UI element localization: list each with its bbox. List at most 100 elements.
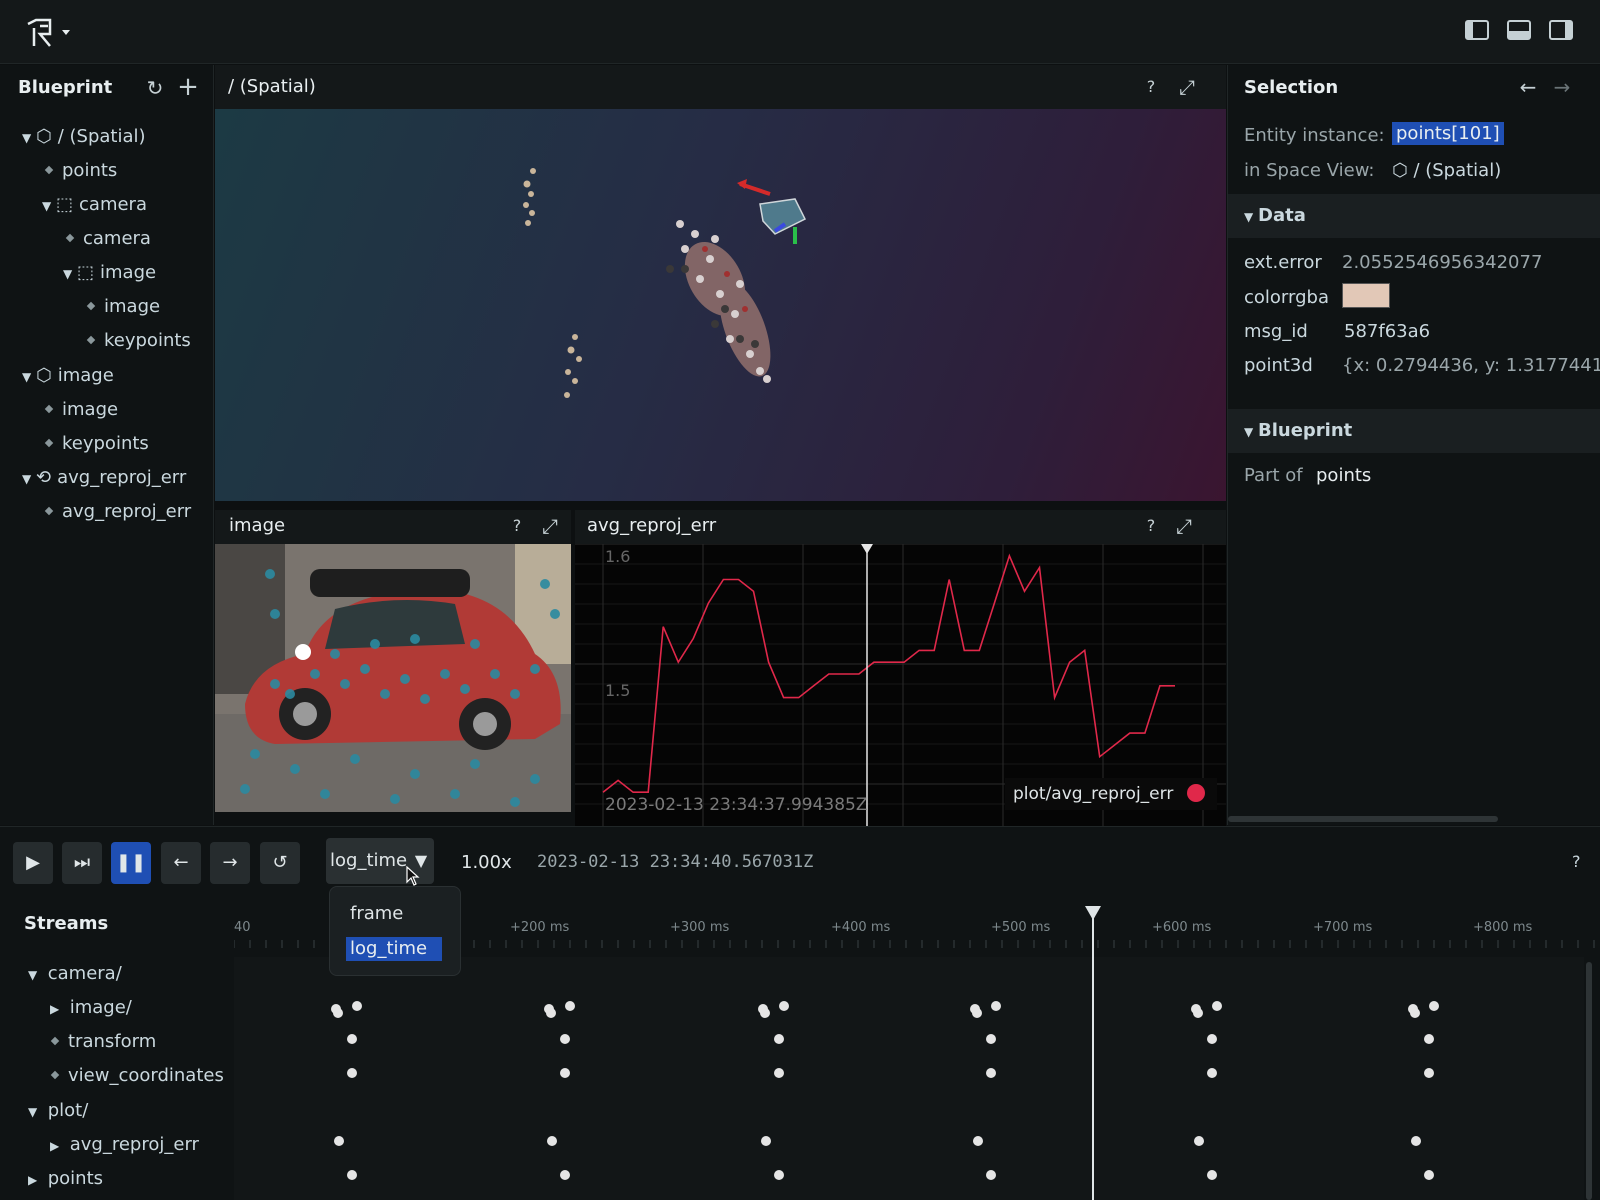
stream-event-dot[interactable] — [347, 1170, 357, 1180]
stream-event-dot[interactable] — [334, 1136, 344, 1146]
tree-item-points[interactable]: points — [42, 154, 117, 188]
stream-event-dot[interactable] — [1429, 1001, 1439, 1011]
tree-item-image-view[interactable]: ▼ ⬡ image — [22, 359, 114, 393]
timeline-cursor-line[interactable] — [1092, 910, 1094, 1200]
stream-event-dot[interactable] — [347, 1068, 357, 1078]
stream-event-dot[interactable] — [547, 1136, 557, 1146]
stream-event-dot[interactable] — [774, 1068, 784, 1078]
tree-item-camera-entity[interactable]: camera — [63, 222, 151, 256]
maximize-icon[interactable]: ⤢ — [538, 514, 562, 538]
stream-event-dot[interactable] — [1207, 1170, 1217, 1180]
plot-viewport[interactable]: 1.6 1.5 2023-02-13 23:34:37.994385Z plot… — [575, 544, 1226, 826]
dropdown-option-frame[interactable]: frame — [350, 903, 403, 924]
expand-triangle-icon[interactable]: ▼ — [28, 958, 42, 992]
tree-item-image-view-image[interactable]: image — [42, 393, 118, 427]
step-to-end-button[interactable]: ⏭ — [62, 842, 102, 884]
streams-track-area[interactable] — [234, 957, 1584, 1200]
add-icon[interactable]: + — [176, 74, 200, 100]
vertical-scrollbar[interactable] — [1586, 962, 1592, 1200]
reset-icon[interactable]: ↻ — [143, 76, 167, 100]
tree-item-image-view-keypoints[interactable]: keypoints — [42, 427, 149, 461]
stream-event-dot[interactable] — [774, 1034, 784, 1044]
stream-event-dot[interactable] — [774, 1170, 784, 1180]
tree-item-image-entity[interactable]: image — [84, 290, 160, 324]
image-viewport[interactable] — [215, 544, 571, 812]
stream-event-dot[interactable] — [986, 1170, 996, 1180]
stream-event-dot[interactable] — [560, 1034, 570, 1044]
pause-button[interactable]: ❚❚ — [111, 842, 151, 884]
back-arrow-icon[interactable]: ← — [1516, 75, 1540, 99]
stream-event-dot[interactable] — [352, 1001, 362, 1011]
rerun-logo-icon[interactable] — [26, 18, 74, 48]
stream-event-dot[interactable] — [565, 1001, 575, 1011]
spatial-3d-viewport[interactable] — [215, 109, 1226, 501]
stream-row-view-coordinates[interactable]: view_coordinates — [48, 1059, 224, 1093]
stream-event-dot[interactable] — [991, 1001, 1001, 1011]
expand-triangle-icon[interactable]: ▼ — [22, 462, 36, 496]
timeline-cursor-marker[interactable] — [1085, 906, 1101, 920]
stream-event-dot[interactable] — [560, 1170, 570, 1180]
stream-event-dot[interactable] — [1424, 1068, 1434, 1078]
tree-item-camera[interactable]: ▼ ⬚ camera — [42, 188, 147, 222]
expand-triangle-icon[interactable]: ▼ — [22, 121, 36, 155]
expand-triangle-icon[interactable]: ▶ — [50, 1129, 64, 1163]
stream-event-dot[interactable] — [347, 1034, 357, 1044]
maximize-icon[interactable]: ⤢ — [1175, 75, 1199, 99]
stream-event-dot[interactable] — [1424, 1170, 1434, 1180]
part-of-link[interactable]: points — [1316, 465, 1371, 486]
horizontal-scrollbar[interactable] — [1228, 816, 1498, 822]
stream-event-dot[interactable] — [333, 1008, 343, 1018]
timeline-help-icon[interactable]: ? — [1572, 852, 1581, 871]
time-cursor-marker[interactable] — [861, 544, 873, 554]
playback-speed[interactable]: 1.00x — [461, 852, 512, 873]
play-button[interactable]: ▶ — [13, 842, 53, 884]
entity-instance-value[interactable]: points[101] — [1392, 122, 1504, 145]
stream-event-dot[interactable] — [1424, 1034, 1434, 1044]
stream-event-dot[interactable] — [761, 1136, 771, 1146]
help-icon[interactable]: ? — [505, 514, 529, 538]
stream-event-dot[interactable] — [986, 1034, 996, 1044]
expand-triangle-icon[interactable]: ▶ — [50, 992, 64, 1026]
loop-button[interactable]: ↺ — [260, 842, 300, 884]
expand-triangle-icon[interactable]: ▼ — [63, 257, 77, 291]
tree-item-spatial[interactable]: ▼ ⬡ / (Spatial) — [22, 120, 146, 154]
toggle-bottom-panel-icon[interactable] — [1507, 20, 1531, 44]
help-icon[interactable]: ? — [1139, 514, 1163, 538]
stream-event-dot[interactable] — [779, 1001, 789, 1011]
stream-event-dot[interactable] — [1207, 1068, 1217, 1078]
maximize-icon[interactable]: ⤢ — [1172, 514, 1196, 538]
stream-row-camera[interactable]: ▼ camera/ — [28, 957, 122, 991]
tree-item-avg-reproj-view[interactable]: ▼ ⟲ avg_reproj_err — [22, 461, 186, 495]
tree-item-keypoints[interactable]: keypoints — [84, 324, 191, 358]
stream-event-dot[interactable] — [1194, 1136, 1204, 1146]
blueprint-section-header[interactable]: ▼ Blueprint — [1228, 409, 1600, 453]
forward-arrow-icon[interactable]: → — [1550, 75, 1574, 99]
expand-triangle-icon[interactable]: ▶ — [28, 1163, 42, 1197]
space-view-link[interactable]: ⬡ / (Spatial) — [1392, 160, 1501, 181]
stream-row-plot[interactable]: ▼ plot/ — [28, 1094, 88, 1128]
step-back-button[interactable]: ← — [161, 842, 201, 884]
expand-triangle-icon[interactable]: ▼ — [22, 360, 36, 394]
stream-event-dot[interactable] — [986, 1068, 996, 1078]
stream-event-dot[interactable] — [1411, 1136, 1421, 1146]
tree-item-image-space[interactable]: ▼ ⬚ image — [63, 256, 156, 290]
stream-event-dot[interactable] — [1193, 1008, 1203, 1018]
stream-event-dot[interactable] — [1207, 1034, 1217, 1044]
tree-item-avg-reproj-entity[interactable]: avg_reproj_err — [42, 495, 191, 529]
stream-row-avg-reproj-err[interactable]: ▶ avg_reproj_err — [50, 1128, 199, 1162]
toggle-left-panel-icon[interactable] — [1465, 20, 1489, 44]
toggle-right-panel-icon[interactable] — [1549, 20, 1573, 44]
expand-triangle-icon[interactable]: ▼ — [42, 189, 56, 223]
help-icon[interactable]: ? — [1139, 75, 1163, 99]
expand-triangle-icon[interactable]: ▼ — [28, 1095, 42, 1129]
stream-row-image[interactable]: ▶ image/ — [50, 991, 132, 1025]
stream-row-transform[interactable]: transform — [48, 1025, 156, 1059]
step-forward-button[interactable]: → — [210, 842, 250, 884]
stream-row-points[interactable]: ▶ points — [28, 1162, 103, 1196]
data-section-header[interactable]: ▼ Data — [1228, 194, 1600, 238]
stream-event-dot[interactable] — [1212, 1001, 1222, 1011]
stream-event-dot[interactable] — [973, 1136, 983, 1146]
current-time[interactable]: 2023-02-13 23:34:40.567031Z — [537, 852, 813, 872]
stream-event-dot[interactable] — [972, 1008, 982, 1018]
stream-event-dot[interactable] — [1410, 1008, 1420, 1018]
